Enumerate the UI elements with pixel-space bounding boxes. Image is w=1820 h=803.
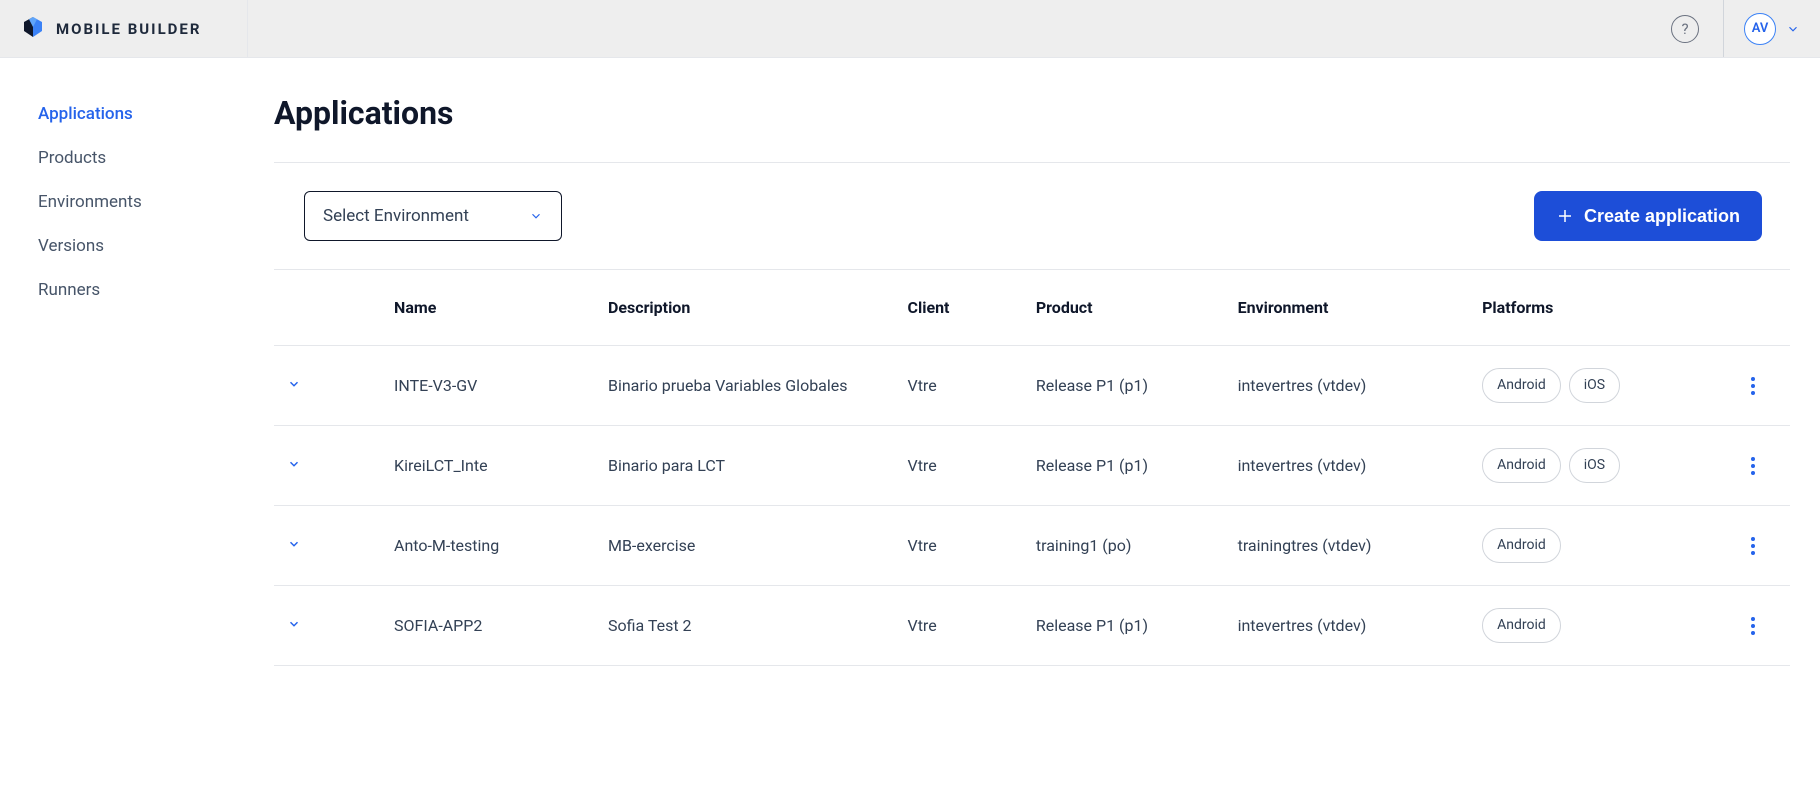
cell-name: SOFIA-APP2: [384, 586, 598, 666]
platform-badge: iOS: [1569, 448, 1620, 483]
cell-description: Binario prueba Variables Globales: [598, 346, 898, 426]
cell-client: Vtre: [898, 346, 1026, 426]
platform-badge: iOS: [1569, 368, 1620, 403]
brand-name: MOBILE BUILDER: [56, 20, 201, 38]
sidebar-item-environments[interactable]: Environments: [38, 180, 248, 224]
table-row: KireiLCT_InteBinario para LCTVtreRelease…: [274, 426, 1790, 506]
cell-name: KireiLCT_Inte: [384, 426, 598, 506]
cell-client: Vtre: [898, 506, 1026, 586]
table-row: INTE-V3-GVBinario prueba Variables Globa…: [274, 346, 1790, 426]
platform-badge: Android: [1482, 368, 1561, 403]
chevron-down-icon: [287, 537, 301, 551]
table-row: Anto-M-testingMB-exerciseVtretraining1 (…: [274, 506, 1790, 586]
chevron-down-icon: [529, 209, 543, 223]
applications-table: Name Description Client Product Environm…: [274, 270, 1790, 666]
cell-product: Release P1 (p1): [1026, 426, 1228, 506]
th-client: Client: [898, 270, 1026, 346]
toolbar: Select Environment Create application: [274, 163, 1790, 270]
table-header-row: Name Description Client Product Environm…: [274, 270, 1790, 346]
header-actions: ? AV: [1671, 0, 1820, 57]
table-row: SOFIA-APP2Sofia Test 2VtreRelease P1 (p1…: [274, 586, 1790, 666]
chevron-down-icon: [287, 617, 301, 631]
chevron-down-icon: [287, 457, 301, 471]
page-title: Applications: [274, 94, 1790, 132]
platform-badge: Android: [1482, 608, 1561, 643]
cell-platforms: AndroidiOS: [1472, 346, 1717, 426]
row-actions-menu-button[interactable]: [1741, 454, 1765, 478]
cell-environment: intevertres (vtdev): [1228, 426, 1473, 506]
expand-row-button[interactable]: [284, 534, 304, 554]
expand-row-button[interactable]: [284, 454, 304, 474]
th-environment: Environment: [1228, 270, 1473, 346]
cell-product: Release P1 (p1): [1026, 346, 1228, 426]
sidebar-item-runners[interactable]: Runners: [38, 268, 248, 312]
avatar-initials: AV: [1752, 21, 1769, 36]
brand: MOBILE BUILDER: [0, 0, 248, 57]
cell-environment: intevertres (vtdev): [1228, 346, 1473, 426]
cell-product: training1 (po): [1026, 506, 1228, 586]
sidebar-item-versions[interactable]: Versions: [38, 224, 248, 268]
th-product: Product: [1026, 270, 1228, 346]
user-menu-button[interactable]: AV: [1724, 13, 1820, 45]
cell-name: INTE-V3-GV: [384, 346, 598, 426]
platform-badge: Android: [1482, 448, 1561, 483]
row-actions-menu-button[interactable]: [1741, 614, 1765, 638]
create-application-button[interactable]: Create application: [1534, 191, 1762, 241]
question-icon: ?: [1681, 20, 1688, 38]
cell-platforms: Android: [1472, 586, 1717, 666]
help-button[interactable]: ?: [1671, 15, 1699, 43]
expand-row-button[interactable]: [284, 614, 304, 634]
applications-card: Select Environment Create application: [274, 162, 1790, 666]
environment-select-label: Select Environment: [323, 206, 469, 226]
sidebar-item-applications[interactable]: Applications: [38, 92, 248, 136]
row-actions-menu-button[interactable]: [1741, 534, 1765, 558]
app-header: MOBILE BUILDER ? AV: [0, 0, 1820, 58]
environment-select[interactable]: Select Environment: [304, 191, 562, 241]
cell-platforms: AndroidiOS: [1472, 426, 1717, 506]
chevron-down-icon: [287, 377, 301, 391]
cell-environment: trainingtres (vtdev): [1228, 506, 1473, 586]
row-actions-menu-button[interactable]: [1741, 374, 1765, 398]
cell-environment: intevertres (vtdev): [1228, 586, 1473, 666]
sidebar-item-products[interactable]: Products: [38, 136, 248, 180]
chevron-down-icon: [1786, 22, 1800, 36]
platform-badge: Android: [1482, 528, 1561, 563]
avatar: AV: [1744, 13, 1776, 45]
cell-client: Vtre: [898, 586, 1026, 666]
cell-description: MB-exercise: [598, 506, 898, 586]
expand-row-button[interactable]: [284, 374, 304, 394]
cell-product: Release P1 (p1): [1026, 586, 1228, 666]
cell-client: Vtre: [898, 426, 1026, 506]
main-content: Applications Select Environment Create a…: [248, 58, 1820, 803]
plus-icon: [1556, 207, 1574, 225]
cell-description: Sofia Test 2: [598, 586, 898, 666]
brand-logo-icon: [22, 15, 44, 43]
th-platforms: Platforms: [1472, 270, 1717, 346]
th-description: Description: [598, 270, 898, 346]
create-button-label: Create application: [1584, 206, 1740, 227]
sidebar: ApplicationsProductsEnvironmentsVersions…: [0, 58, 248, 803]
cell-description: Binario para LCT: [598, 426, 898, 506]
th-name: Name: [384, 270, 598, 346]
cell-name: Anto-M-testing: [384, 506, 598, 586]
cell-platforms: Android: [1472, 506, 1717, 586]
